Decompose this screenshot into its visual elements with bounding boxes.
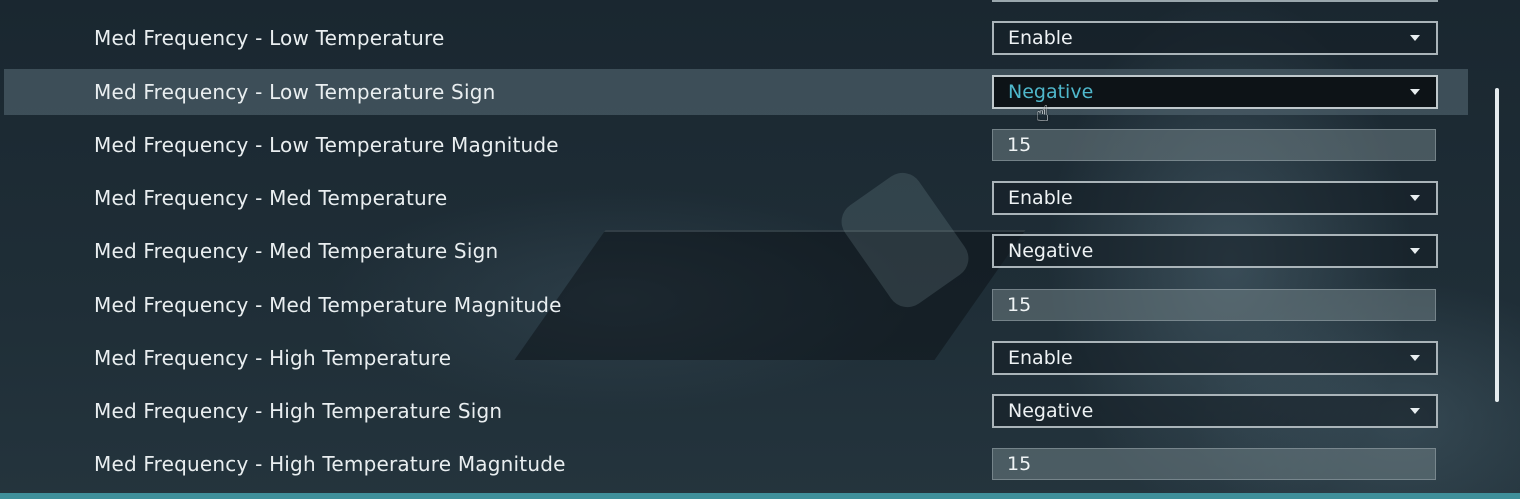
bottom-accent-bar [0, 493, 1520, 499]
setting-label: Med Frequency - High Temperature [94, 346, 452, 370]
chevron-down-icon [1410, 195, 1420, 201]
setting-label: Med Frequency - Med Temperature Magnitud… [94, 293, 562, 317]
low-temp-select[interactable]: Enable [992, 21, 1438, 55]
chevron-down-icon [1410, 408, 1420, 414]
setting-row-med-temp-sign: Med Frequency - Med Temperature Sign Neg… [4, 228, 1468, 274]
chevron-down-icon [1410, 248, 1420, 254]
setting-row-high-temp-magnitude: Med Frequency - High Temperature Magnitu… [4, 441, 1468, 487]
hand-pointer-icon: ☝ [1036, 102, 1050, 127]
select-value: Negative [1008, 81, 1094, 103]
previous-field-edge [992, 0, 1438, 2]
select-value: Enable [1008, 187, 1073, 209]
vertical-scrollbar[interactable] [1495, 88, 1499, 402]
input-value: 15 [1007, 294, 1032, 316]
setting-label: Med Frequency - Med Temperature [94, 186, 448, 210]
select-value: Negative [1008, 240, 1094, 262]
chevron-down-icon [1410, 35, 1420, 41]
setting-row-low-temp-magnitude: Med Frequency - Low Temperature Magnitud… [4, 122, 1468, 168]
setting-label: Med Frequency - Low Temperature Magnitud… [94, 133, 559, 157]
setting-label: Med Frequency - Low Temperature Sign [94, 80, 496, 104]
setting-row-med-temp-magnitude: Med Frequency - Med Temperature Magnitud… [4, 282, 1468, 328]
setting-row-high-temp: Med Frequency - High Temperature Enable [4, 335, 1468, 381]
setting-label: Med Frequency - High Temperature Magnitu… [94, 452, 566, 476]
high-temp-magnitude-input[interactable]: 15 [992, 448, 1436, 480]
setting-row-low-temp: Med Frequency - Low Temperature Enable [4, 15, 1468, 61]
high-temp-select[interactable]: Enable [992, 341, 1438, 375]
setting-label: Med Frequency - Med Temperature Sign [94, 239, 499, 263]
select-value: Enable [1008, 27, 1073, 49]
setting-row-med-temp: Med Frequency - Med Temperature Enable [4, 175, 1468, 221]
med-temp-sign-select[interactable]: Negative [992, 234, 1438, 268]
med-temp-select[interactable]: Enable [992, 181, 1438, 215]
setting-label: Med Frequency - High Temperature Sign [94, 399, 503, 423]
input-value: 15 [1007, 453, 1032, 475]
setting-row-high-temp-sign: Med Frequency - High Temperature Sign Ne… [4, 388, 1468, 434]
chevron-down-icon [1410, 89, 1420, 95]
low-temp-magnitude-input[interactable]: 15 [992, 129, 1436, 161]
high-temp-sign-select[interactable]: Negative [992, 394, 1438, 428]
setting-row-low-temp-sign: Med Frequency - Low Temperature Sign Neg… [4, 69, 1468, 115]
med-temp-magnitude-input[interactable]: 15 [992, 289, 1436, 321]
select-value: Negative [1008, 400, 1094, 422]
low-temp-sign-select[interactable]: Negative [992, 75, 1438, 109]
setting-label: Med Frequency - Low Temperature [94, 26, 445, 50]
input-value: 15 [1007, 134, 1032, 156]
chevron-down-icon [1410, 355, 1420, 361]
select-value: Enable [1008, 347, 1073, 369]
